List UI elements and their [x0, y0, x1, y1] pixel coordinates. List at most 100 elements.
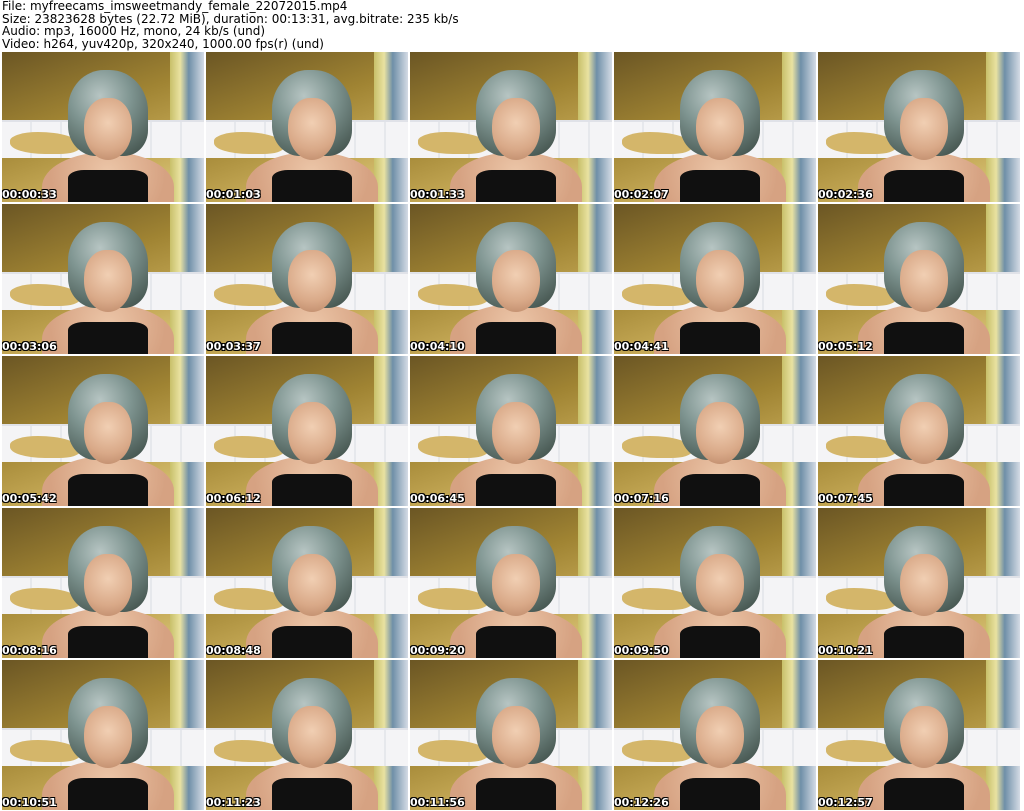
- frame-top: [68, 474, 148, 506]
- frame-top: [272, 626, 352, 658]
- thumbnail-timestamp: 00:05:42: [2, 492, 57, 505]
- thumbnail-frame: 00:01:03: [206, 52, 408, 202]
- thumbnail-timestamp: 00:09:20: [410, 644, 465, 657]
- frame-face: [84, 706, 132, 768]
- thumbnail-timestamp: 00:11:56: [410, 796, 465, 809]
- thumbnail-frame: 00:01:33: [410, 52, 612, 202]
- audio-info-line: Audio: mp3, 16000 Hz, mono, 24 kb/s (und…: [2, 24, 266, 38]
- frame-face: [288, 98, 336, 160]
- thumbnail-frame: 00:00:33: [2, 52, 204, 202]
- frame-face: [84, 250, 132, 312]
- thumbnail-frame: 00:07:16: [614, 356, 816, 506]
- frame-top: [476, 626, 556, 658]
- thumbnail-timestamp: 00:07:45: [818, 492, 873, 505]
- frame-top: [272, 778, 352, 810]
- thumbnail-timestamp: 00:12:26: [614, 796, 669, 809]
- frame-face: [696, 706, 744, 768]
- frame-top: [476, 474, 556, 506]
- thumbnail-frame: 00:09:50: [614, 508, 816, 658]
- thumbnail-timestamp: 00:11:23: [206, 796, 261, 809]
- thumbnail-timestamp: 00:06:45: [410, 492, 465, 505]
- frame-face: [288, 250, 336, 312]
- thumbnail-timestamp: 00:04:10: [410, 340, 465, 353]
- file-name-line: File: myfreecams_imsweetmandy_female_220…: [2, 0, 348, 13]
- frame-top: [884, 322, 964, 354]
- frame-face: [696, 554, 744, 616]
- thumbnail-timestamp: 00:09:50: [614, 644, 669, 657]
- frame-face: [900, 706, 948, 768]
- frame-top: [68, 322, 148, 354]
- frame-face: [492, 98, 540, 160]
- frame-top: [680, 626, 760, 658]
- thumbnail-timestamp: 00:00:33: [2, 188, 57, 201]
- frame-top: [476, 322, 556, 354]
- thumbnail-timestamp: 00:10:51: [2, 796, 57, 809]
- frame-face: [696, 98, 744, 160]
- thumbnail-frame: 00:05:12: [818, 204, 1020, 354]
- frame-face: [696, 250, 744, 312]
- thumbnail-timestamp: 00:01:33: [410, 188, 465, 201]
- frame-top: [476, 170, 556, 202]
- thumbnail-timestamp: 00:02:36: [818, 188, 873, 201]
- frame-top: [272, 322, 352, 354]
- frame-top: [68, 626, 148, 658]
- thumbnail-timestamp: 00:08:16: [2, 644, 57, 657]
- frame-top: [884, 778, 964, 810]
- thumbnail-frame: 00:03:37: [206, 204, 408, 354]
- frame-top: [680, 474, 760, 506]
- thumbnail-frame: 00:11:23: [206, 660, 408, 810]
- frame-top: [272, 170, 352, 202]
- frame-face: [492, 250, 540, 312]
- thumbnail-frame: 00:05:42: [2, 356, 204, 506]
- thumbnail-frame: 00:04:10: [410, 204, 612, 354]
- thumbnail-frame: 00:06:12: [206, 356, 408, 506]
- thumbnail-timestamp: 00:03:37: [206, 340, 261, 353]
- frame-face: [84, 402, 132, 464]
- thumbnail-frame: 00:11:56: [410, 660, 612, 810]
- frame-face: [492, 554, 540, 616]
- frame-face: [900, 98, 948, 160]
- thumbnail-frame: 00:03:06: [2, 204, 204, 354]
- frame-face: [900, 554, 948, 616]
- thumbnail-timestamp: 00:06:12: [206, 492, 261, 505]
- thumbnail-frame: 00:10:21: [818, 508, 1020, 658]
- thumbnail-frame: 00:09:20: [410, 508, 612, 658]
- frame-face: [492, 402, 540, 464]
- frame-top: [680, 322, 760, 354]
- thumbnail-frame: 00:08:48: [206, 508, 408, 658]
- thumbnail-frame: 00:04:41: [614, 204, 816, 354]
- frame-top: [680, 170, 760, 202]
- thumbnail-timestamp: 00:10:21: [818, 644, 873, 657]
- thumbnail-frame: 00:12:57: [818, 660, 1020, 810]
- frame-face: [900, 402, 948, 464]
- thumbnail-timestamp: 00:03:06: [2, 340, 57, 353]
- frame-face: [696, 402, 744, 464]
- frame-face: [84, 98, 132, 160]
- thumbnail-timestamp: 00:05:12: [818, 340, 873, 353]
- frame-top: [680, 778, 760, 810]
- frame-face: [288, 706, 336, 768]
- thumbnail-frame: 00:07:45: [818, 356, 1020, 506]
- frame-face: [900, 250, 948, 312]
- frame-face: [288, 402, 336, 464]
- thumbnail-timestamp: 00:08:48: [206, 644, 261, 657]
- frame-face: [288, 554, 336, 616]
- frame-top: [68, 170, 148, 202]
- thumbnail-frame: 00:06:45: [410, 356, 612, 506]
- thumbnail-timestamp: 00:02:07: [614, 188, 669, 201]
- thumbnail-frame: 00:02:36: [818, 52, 1020, 202]
- thumbnail-frame: 00:02:07: [614, 52, 816, 202]
- file-info-header: File: myfreecams_imsweetmandy_female_220…: [2, 0, 459, 50]
- video-info-line: Video: h264, yuv420p, 320x240, 1000.00 f…: [2, 36, 324, 51]
- thumbnail-frame: 00:08:16: [2, 508, 204, 658]
- frame-top: [884, 626, 964, 658]
- frame-top: [476, 778, 556, 810]
- thumbnail-frame: 00:12:26: [614, 660, 816, 810]
- thumbnail-timestamp: 00:04:41: [614, 340, 669, 353]
- frame-top: [68, 778, 148, 810]
- frame-face: [492, 706, 540, 768]
- frame-face: [84, 554, 132, 616]
- thumbnail-grid: 00:00:33 00:01:03 00:01:33 00:02:07 00:02:36…: [2, 52, 1022, 810]
- frame-top: [884, 474, 964, 506]
- thumbnail-timestamp: 00:07:16: [614, 492, 669, 505]
